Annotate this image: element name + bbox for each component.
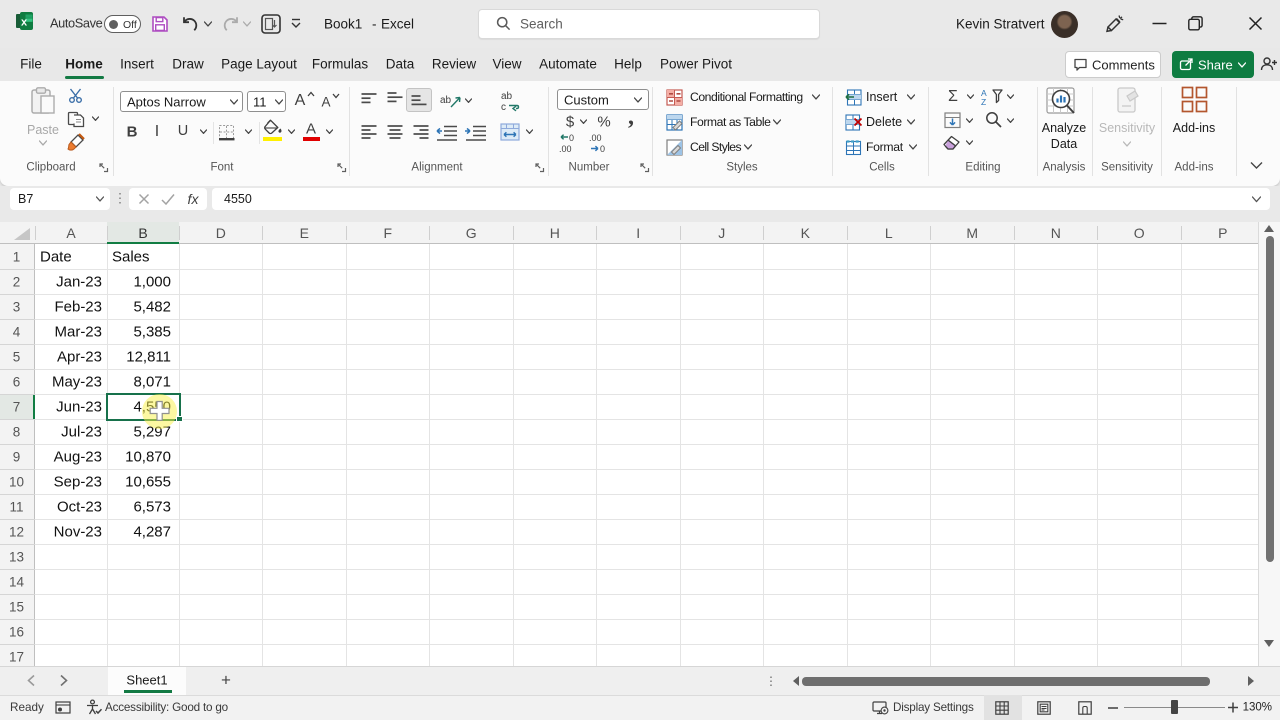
svg-text:Z: Z [981,97,986,106]
svg-text:0: 0 [600,144,605,154]
svg-text:c: c [501,102,506,112]
svg-text:.00: .00 [589,133,602,143]
svg-text:x: x [21,17,28,29]
svg-text:ab: ab [440,95,452,106]
svg-text:0: 0 [569,133,574,143]
svg-text:ab: ab [501,91,513,102]
svg-text:.00: .00 [559,144,572,154]
